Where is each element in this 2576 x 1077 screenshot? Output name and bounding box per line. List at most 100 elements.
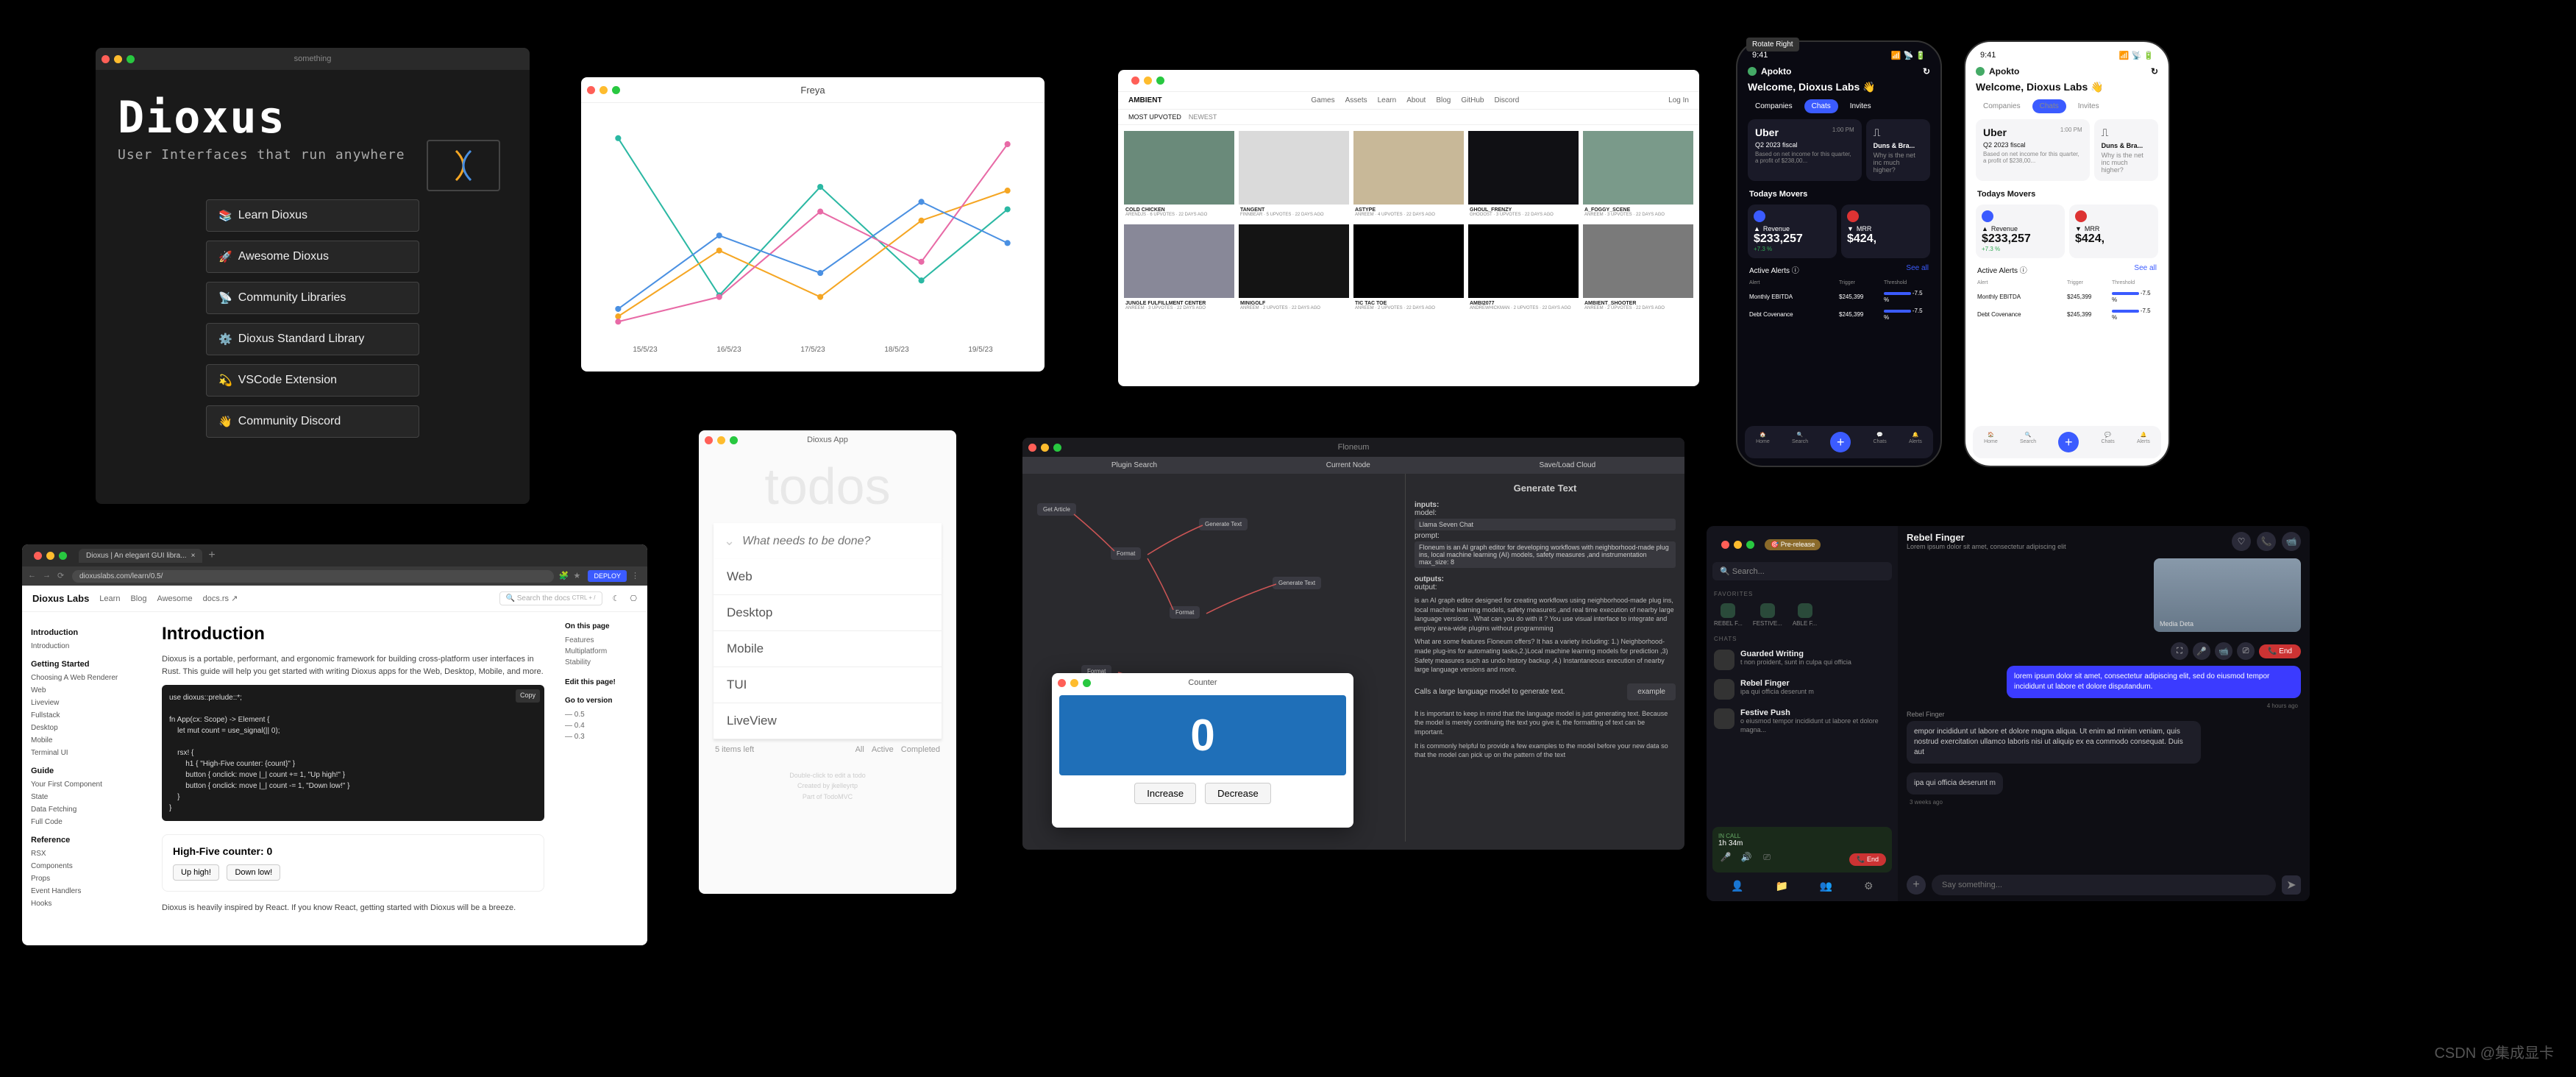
folder-icon[interactable]: 📁 xyxy=(1776,880,1788,892)
nav-blog[interactable]: Blog xyxy=(130,594,146,603)
game-card[interactable]: TIC TAC TOE ANREEM · 2 UPVOTES · 22 DAYS… xyxy=(1353,224,1464,313)
discord-link[interactable]: 👋Community Discord xyxy=(206,405,419,438)
sidebar-item[interactable]: Desktop xyxy=(31,722,138,734)
extension-icon[interactable]: 🧩 xyxy=(558,571,569,581)
maximize-icon[interactable] xyxy=(1053,444,1061,452)
expand-icon[interactable]: ⛶ xyxy=(2171,642,2188,660)
filter-completed[interactable]: Completed xyxy=(901,745,940,754)
nav-alerts[interactable]: 🔔Alerts xyxy=(2137,432,2150,452)
nav-awesome[interactable]: Awesome xyxy=(157,594,192,603)
tab-plugin-search[interactable]: Plugin Search xyxy=(1111,461,1157,469)
nav-home[interactable]: 🏠Home xyxy=(1984,432,1998,452)
game-card[interactable]: GHOUL_FRENZY GHOOOST · 3 UPVOTES · 22 DA… xyxy=(1468,131,1579,220)
toc-item[interactable]: Multiplatform xyxy=(565,646,641,657)
nav-docsrs[interactable]: docs.rs ↗ xyxy=(203,594,238,603)
speaker-icon[interactable]: 🔊 xyxy=(1739,852,1754,867)
game-card[interactable]: JUNGLE FULFILLMENT CENTER ANREEM · 3 UPV… xyxy=(1124,224,1234,313)
mic-icon[interactable]: 🎤 xyxy=(1718,852,1733,867)
history-icon[interactable]: ↻ xyxy=(1923,66,1930,77)
todo-item[interactable]: TUI xyxy=(714,667,942,703)
maximize-icon[interactable] xyxy=(1156,77,1164,85)
company-card-small[interactable]: ⎍ Duns & Bra... Why is the net inc much … xyxy=(1866,119,1930,181)
alert-row[interactable]: Debt Covenance$245,399 -7.5 % xyxy=(1977,305,2157,323)
graph-node[interactable]: Generate Text xyxy=(1199,518,1248,530)
todo-item[interactable]: Mobile xyxy=(714,631,942,667)
game-card[interactable]: ASTYPE ANREEM · 4 UPVOTES · 22 DAYS AGO xyxy=(1353,131,1464,220)
nav-search[interactable]: 🔍Search xyxy=(1792,432,1808,452)
nav-about[interactable]: About xyxy=(1406,96,1426,104)
version-link[interactable]: — 0.4 xyxy=(565,720,641,731)
game-card[interactable]: A_FOGGY_SCENE ANREEM · 3 UPVOTES · 22 DA… xyxy=(1583,131,1693,220)
maximize-icon[interactable] xyxy=(127,55,135,63)
tab-chats[interactable]: Chats xyxy=(2032,99,2066,113)
mover-card[interactable]: ▲Revenue $233,257 +7.3 % xyxy=(1976,205,2065,258)
history-icon[interactable]: ↻ xyxy=(2151,66,2158,77)
favorite[interactable]: REBEL F... xyxy=(1714,603,1743,627)
learn-link[interactable]: 📚Learn Dioxus xyxy=(206,199,419,232)
down-button[interactable]: Down low! xyxy=(227,864,280,881)
theme-icon[interactable]: ☾ xyxy=(613,594,620,603)
maximize-icon[interactable] xyxy=(1746,541,1754,549)
graph-node[interactable]: Format xyxy=(1111,547,1141,560)
tab-save-load[interactable]: Save/Load Cloud xyxy=(1539,461,1595,469)
nav-chats[interactable]: 💬Chats xyxy=(1873,432,1886,452)
users-icon[interactable]: 👥 xyxy=(1820,880,1832,892)
alert-row[interactable]: Debt Covenance$245,399 -7.5 % xyxy=(1749,305,1929,323)
sidebar-item[interactable]: Props xyxy=(31,872,138,885)
phone-icon[interactable]: 📞 xyxy=(2257,532,2276,551)
back-icon[interactable]: ← xyxy=(28,571,38,581)
company-card-small[interactable]: ⎍ Duns & Bra... Why is the net inc much … xyxy=(2094,119,2158,181)
nav-add[interactable]: + xyxy=(1830,432,1851,452)
close-tab-icon[interactable]: × xyxy=(191,552,196,560)
site-logo[interactable]: Dioxus Labs xyxy=(32,593,89,604)
nav-learn[interactable]: Learn xyxy=(99,594,120,603)
tab-chats[interactable]: Chats xyxy=(1804,99,1838,113)
game-card[interactable]: COLD CHICKEN ARENDJS · 6 UPVOTES · 22 DA… xyxy=(1124,131,1234,220)
favorite[interactable]: ABLE F... xyxy=(1793,603,1817,627)
community-libs-link[interactable]: 📡Community Libraries xyxy=(206,282,419,314)
chat-item[interactable]: Guarded Writingt non proident, sunt in c… xyxy=(1712,645,1892,675)
github-icon[interactable]: ⎔ xyxy=(630,594,637,603)
awesome-link[interactable]: 🚀Awesome Dioxus xyxy=(206,241,419,273)
new-tab-icon[interactable]: + xyxy=(208,549,215,562)
screen-icon[interactable]: ⎚ xyxy=(1760,852,1774,867)
favorite[interactable]: FESTIVE... xyxy=(1753,603,1782,627)
sidebar-item[interactable]: Terminal UI xyxy=(31,747,138,759)
game-card[interactable]: AMBIENT_SHOOTER ANREEM · 2 UPVOTES · 22 … xyxy=(1583,224,1693,313)
video-icon[interactable]: 📹 xyxy=(2215,642,2232,660)
nav-alerts[interactable]: 🔔Alerts xyxy=(1909,432,1922,452)
game-card[interactable]: MINIGOLF ANREEM · 2 UPVOTES · 22 DAYS AG… xyxy=(1239,224,1349,313)
tab-companies[interactable]: Companies xyxy=(1748,99,1800,113)
search-input[interactable]: 🔍 Search... xyxy=(1712,562,1892,580)
reload-icon[interactable]: ⟳ xyxy=(57,571,68,581)
sidebar-item[interactable]: Web xyxy=(31,684,138,697)
toc-item[interactable]: Stability xyxy=(565,657,641,668)
browser-tab[interactable]: Dioxus | An elegant GUI libra...× xyxy=(79,549,202,563)
decrease-button[interactable]: Decrease xyxy=(1205,783,1271,804)
menu-icon[interactable]: ⋮ xyxy=(631,571,641,581)
sidebar-item[interactable]: Data Fetching xyxy=(31,803,138,816)
todo-item[interactable]: LiveView xyxy=(714,703,942,739)
minimize-icon[interactable] xyxy=(46,552,54,560)
heart-icon[interactable]: ♡ xyxy=(2232,532,2251,551)
maximize-icon[interactable] xyxy=(1083,679,1091,687)
tab-current-node[interactable]: Current Node xyxy=(1326,461,1370,469)
end-button[interactable]: 📞 End xyxy=(2259,644,2301,658)
screen-icon[interactable]: ⎚ xyxy=(2237,642,2255,660)
nav-add[interactable]: + xyxy=(2058,432,2079,452)
video-icon[interactable]: 📹 xyxy=(2282,532,2301,551)
maximize-icon[interactable] xyxy=(612,86,620,94)
sidebar-item[interactable]: Full Code xyxy=(31,816,138,828)
nav-home[interactable]: 🏠Home xyxy=(1756,432,1770,452)
nav-search[interactable]: 🔍Search xyxy=(2020,432,2036,452)
message-input[interactable] xyxy=(1932,875,2276,895)
sidebar-item[interactable]: Mobile xyxy=(31,734,138,747)
todo-item[interactable]: Web xyxy=(714,559,942,595)
version-link[interactable]: — 0.5 xyxy=(565,709,641,720)
minimize-icon[interactable] xyxy=(1041,444,1049,452)
minimize-icon[interactable] xyxy=(599,86,608,94)
graph-node[interactable]: Format xyxy=(1170,606,1200,619)
close-icon[interactable] xyxy=(1058,679,1066,687)
new-todo-input[interactable] xyxy=(742,535,931,548)
toc-item[interactable]: Features xyxy=(565,635,641,646)
